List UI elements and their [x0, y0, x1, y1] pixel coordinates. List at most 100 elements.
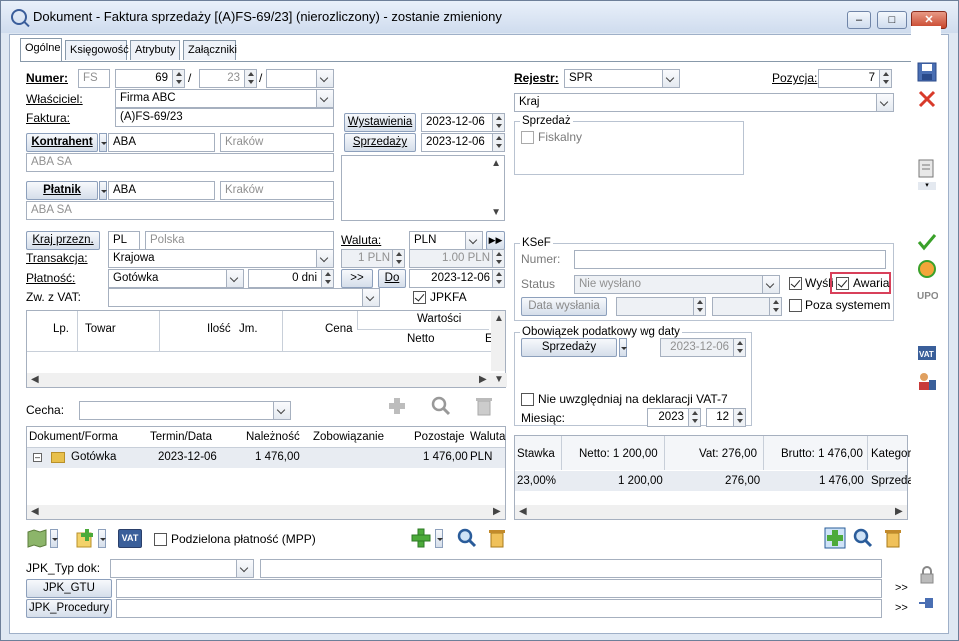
add-document-menu-button[interactable]	[98, 529, 106, 548]
scroll-down-icon[interactable]: ▼	[491, 207, 501, 218]
lock-icon[interactable]	[916, 564, 938, 586]
contractor-icon[interactable]	[916, 370, 938, 392]
jpk-typ-field[interactable]	[260, 559, 882, 578]
series-select[interactable]	[266, 69, 334, 88]
date-spinner[interactable]	[492, 134, 504, 151]
sprzedazy-date-field[interactable]: 2023-12-06	[421, 133, 505, 152]
platnik-menu-button[interactable]	[99, 181, 107, 200]
month-spinner[interactable]	[244, 70, 256, 87]
kontrahent-button[interactable]: Kontrahent	[26, 133, 98, 152]
trash-icon[interactable]	[473, 395, 495, 417]
jpk-procedury-more[interactable]: >>	[895, 602, 908, 614]
kontrahent-menu-button[interactable]	[99, 133, 107, 152]
cancel-icon[interactable]	[916, 88, 938, 110]
refresh-icon[interactable]	[916, 258, 938, 280]
numer-month-field[interactable]: 23	[199, 69, 257, 88]
jpk-procedury-field[interactable]	[116, 599, 882, 618]
dni-spinner[interactable]	[321, 270, 333, 287]
items-table[interactable]: Wartości Lp. Towar Ilość Jm. Cena Netto …	[26, 310, 507, 388]
awaria-checkbox[interactable]	[836, 277, 849, 290]
tab-zalaczniki[interactable]: Załączniki	[183, 40, 237, 60]
notes-textarea[interactable]: ▲ ▼	[341, 155, 505, 221]
month-spinner[interactable]	[733, 409, 745, 426]
numer-value-field[interactable]: 69	[115, 69, 185, 88]
fiskalny-checkbox[interactable]	[521, 131, 534, 144]
zw-vat-select[interactable]	[108, 288, 380, 307]
numer-spinner[interactable]	[172, 70, 184, 87]
vat-button[interactable]: VAT	[118, 529, 142, 548]
date-spinner[interactable]	[492, 114, 504, 131]
ksef-numer-field[interactable]	[574, 250, 886, 269]
upo-icon[interactable]: UPO	[916, 284, 938, 306]
platnik-button[interactable]: Płatnik	[26, 181, 98, 200]
scroll-up-icon[interactable]: ▲	[494, 313, 504, 324]
obowiazek-menu-button[interactable]	[619, 338, 627, 357]
horizontal-scrollbar[interactable]	[515, 505, 907, 519]
cecha-select[interactable]	[79, 401, 291, 420]
waluta-select[interactable]: PLN	[409, 231, 483, 250]
pin-icon[interactable]	[916, 592, 938, 614]
miesiac-year-field[interactable]: 2023	[647, 408, 701, 427]
search-icon[interactable]	[430, 395, 452, 417]
dni-field[interactable]: 0 dni	[248, 269, 334, 288]
date-spinner[interactable]	[492, 270, 504, 287]
wyslij-checkbox[interactable]	[789, 277, 802, 290]
trash-icon[interactable]	[486, 527, 508, 549]
waluta-more-button[interactable]: ▶▶	[486, 231, 505, 250]
scroll-left-icon[interactable]: ◀	[519, 506, 527, 517]
sprzedazy-button[interactable]: Sprzedaży	[344, 133, 416, 152]
faktura-field[interactable]: (A)FS-69/23	[115, 108, 334, 127]
jpk-gtu-field[interactable]	[116, 579, 882, 598]
platnosc-select[interactable]: Gotówka	[108, 269, 244, 288]
add-item-icon[interactable]	[386, 395, 408, 417]
print-icon[interactable]	[916, 158, 938, 180]
miesiac-month-field[interactable]: 12	[706, 408, 746, 427]
kraj-przezn-button[interactable]: Kraj przezn.	[26, 231, 100, 250]
add-payment-icon[interactable]	[410, 527, 432, 549]
kraj-code-field[interactable]: PL	[108, 231, 140, 250]
vat-table[interactable]: Stawka Netto: 1 200,00 Vat: 276,00 Brutt…	[514, 435, 914, 520]
poza-systemem-checkbox[interactable]	[789, 299, 802, 312]
save-icon[interactable]	[916, 61, 938, 83]
jpk-gtu-button[interactable]: JPK_GTU	[26, 579, 112, 598]
map-menu-button[interactable]	[50, 529, 58, 548]
jpkfa-checkbox[interactable]	[413, 291, 426, 304]
tab-ogolne[interactable]: Ogólne	[20, 38, 62, 61]
horizontal-scrollbar[interactable]	[27, 373, 507, 387]
tab-atrybuty[interactable]: Atrybuty	[130, 40, 180, 60]
pozycja-field[interactable]: 7	[818, 69, 892, 88]
do-date-field[interactable]: 2023-12-06	[409, 269, 505, 288]
tab-ksiegowosc[interactable]: Księgowość	[65, 40, 129, 60]
wystawienia-button[interactable]: Wystawienia	[344, 113, 416, 132]
obowiazek-sprzedazy-button[interactable]: Sprzedaży	[521, 338, 617, 357]
jpk-typ-select[interactable]	[110, 559, 254, 578]
nie-uwzgledniaj-checkbox[interactable]	[521, 393, 534, 406]
mpp-checkbox[interactable]	[154, 533, 167, 546]
scroll-right-icon[interactable]: ▶	[493, 506, 501, 517]
platnik-code-field[interactable]: ABA	[108, 181, 215, 200]
payments-table[interactable]: Dokument/Forma Termin/Data Należność Zob…	[26, 426, 506, 520]
transakcja-select[interactable]: Krajowa	[108, 249, 334, 268]
scroll-right-icon[interactable]: ▶	[895, 506, 903, 517]
collapse-icon[interactable]: –	[33, 453, 42, 462]
scroll-up-icon[interactable]: ▲	[491, 158, 501, 169]
search-icon[interactable]	[852, 527, 874, 549]
year-spinner[interactable]	[688, 409, 700, 426]
print-menu-button[interactable]: ▾	[918, 182, 936, 190]
add-payment-menu-button[interactable]	[435, 529, 443, 548]
vat-calc-icon[interactable]: VAT	[916, 342, 938, 364]
approve-icon[interactable]	[916, 231, 938, 253]
horizontal-scrollbar[interactable]	[27, 505, 505, 519]
scroll-down-icon[interactable]: ▼	[494, 374, 504, 385]
search-icon[interactable]	[456, 527, 478, 549]
wystawienia-date-field[interactable]: 2023-12-06	[421, 113, 505, 132]
add-vat-row-icon[interactable]	[824, 527, 846, 549]
minimize-button[interactable]: –	[847, 11, 871, 29]
scroll-right-icon[interactable]: ▶	[479, 374, 487, 385]
data-wyslania-button[interactable]: Data wysłania	[521, 297, 607, 316]
wlasciciel-select[interactable]: Firma ABC	[115, 89, 334, 108]
map-icon[interactable]	[26, 527, 48, 549]
scroll-left-icon[interactable]: ◀	[31, 374, 39, 385]
do-button[interactable]: Do	[378, 269, 406, 288]
pozycja-spinner[interactable]	[879, 70, 891, 87]
